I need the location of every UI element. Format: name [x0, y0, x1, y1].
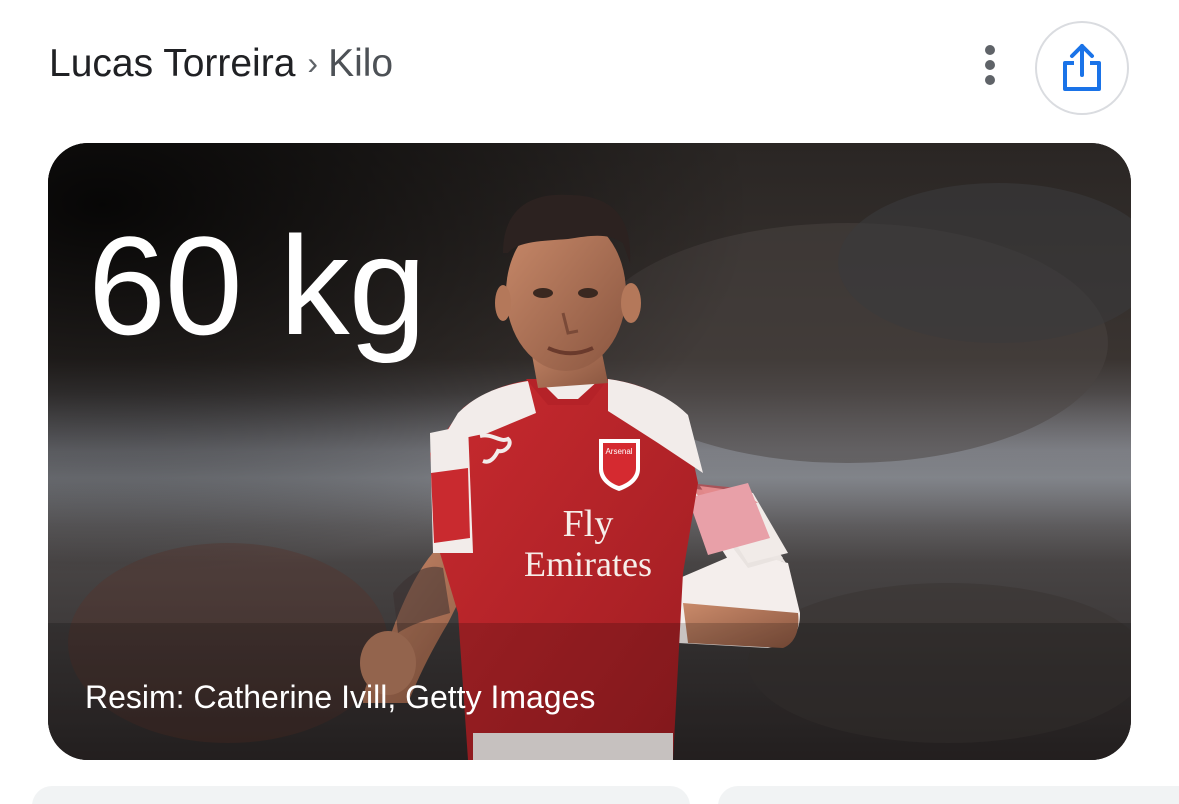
breadcrumb-attribute: Kilo: [328, 42, 394, 85]
weight-card[interactable]: Arsenal Fly Emirates 60 kg Resim: Cather…: [48, 143, 1131, 760]
next-card-right[interactable]: [718, 786, 1179, 804]
breadcrumb-separator: ›: [307, 45, 319, 81]
breadcrumb-entity[interactable]: Lucas Torreira: [49, 42, 295, 85]
sponsor-line-1: Fly: [563, 503, 614, 545]
header: Lucas Torreira › Kilo: [0, 0, 1179, 130]
breadcrumb: Lucas Torreira › Kilo: [49, 38, 393, 91]
more-vert-icon: [985, 45, 995, 85]
sponsor-line-2: Emirates: [524, 544, 652, 584]
crest-text: Arsenal: [605, 447, 632, 456]
next-card-left[interactable]: [32, 786, 690, 804]
image-credit[interactable]: Resim: Catherine Ivill, Getty Images: [85, 677, 595, 717]
share-icon: [1063, 44, 1101, 91]
more-options-button[interactable]: [966, 38, 1014, 92]
share-button[interactable]: [1035, 21, 1129, 115]
weight-value: 60 kg: [88, 207, 426, 364]
page: Lucas Torreira › Kilo Arsenal Fly Emirat…: [0, 0, 1179, 804]
